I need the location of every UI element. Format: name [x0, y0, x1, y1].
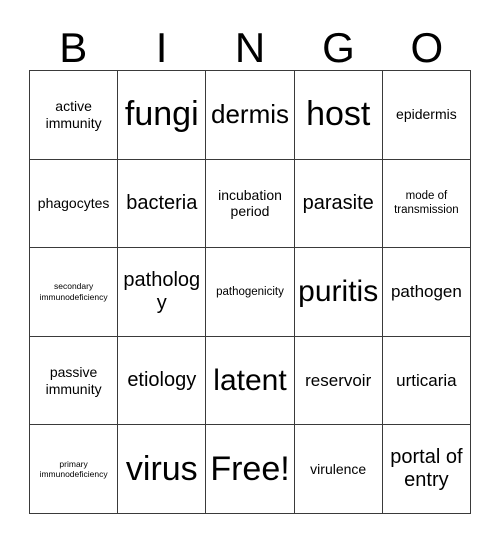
bingo-cell-r2c4[interactable]: parasite	[294, 159, 383, 249]
bingo-cell-r4c4[interactable]: reservoir	[294, 336, 383, 426]
bingo-cell-label: phagocytes	[37, 194, 110, 211]
bingo-cell-r2c1[interactable]: phagocytes	[30, 159, 119, 249]
bingo-cell-r1c4[interactable]: host	[294, 71, 383, 160]
bingo-cell-label: host	[306, 95, 371, 134]
bingo-cell-r3c5[interactable]: pathogen	[382, 248, 471, 337]
bingo-cell-r4c3[interactable]: latent	[206, 336, 295, 426]
bingo-cell-r3c2[interactable]: pathology	[118, 248, 207, 337]
bingo-cell-r3c4[interactable]: puritis	[294, 248, 383, 337]
bingo-cell-r5c3[interactable]: Free!	[206, 425, 295, 514]
bingo-cell-r4c2[interactable]: etiology	[118, 336, 207, 426]
bingo-cell-label: incubation period	[218, 186, 282, 220]
bingo-cell-r3c1[interactable]: secondary immunodeficiency	[30, 248, 119, 337]
bingo-cell-r5c2[interactable]: virus	[118, 425, 207, 514]
bingo-cell-label: pathogenicity	[216, 285, 284, 298]
bingo-cell-label: secondary immunodeficiency	[39, 281, 108, 302]
bingo-cell-label: mode of transmission	[394, 190, 459, 217]
bingo-grid: active immunity fungi dermis host epidermis p…	[29, 70, 471, 514]
bingo-header-row: B I N G O	[29, 18, 471, 70]
bingo-cell-label: dermis	[210, 99, 289, 130]
bingo-cell-r1c2[interactable]: fungi	[118, 71, 207, 160]
bingo-header-letter-o: O	[410, 24, 444, 71]
bingo-cell-label: latent	[213, 364, 287, 398]
bingo-cell-r5c1[interactable]: primary immunodeficiency	[30, 425, 119, 514]
bingo-cell-label: pathology	[123, 268, 201, 314]
bingo-cell-r2c2[interactable]: bacteria	[118, 159, 207, 249]
bingo-card: B I N G O active immunity fungi dermis host…	[0, 0, 500, 544]
bingo-cell-label: reservoir	[305, 370, 372, 390]
bingo-header-letter-i: I	[155, 24, 168, 71]
bingo-header-letter-b: B	[59, 24, 88, 71]
bingo-cell-label: puritis	[298, 275, 379, 309]
bingo-cell-label: portal of entry	[390, 446, 463, 492]
bingo-cell-label: pathogen	[390, 281, 462, 301]
bingo-cell-r5c4[interactable]: virulence	[294, 425, 383, 514]
bingo-cell-r1c1[interactable]: active immunity	[30, 71, 119, 160]
bingo-cell-label: virulence	[310, 460, 367, 477]
bingo-cell-label: primary immunodeficiency	[39, 458, 108, 480]
bingo-cell-r1c3[interactable]: dermis	[206, 71, 295, 160]
bingo-cell-r1c5[interactable]: epidermis	[382, 71, 471, 160]
bingo-cell-r3c3[interactable]: pathogenicity	[206, 248, 295, 337]
bingo-cell-label: passive immunity	[45, 363, 102, 397]
bingo-cell-label: active immunity	[45, 98, 102, 131]
bingo-header-letter-g: G	[322, 24, 355, 71]
bingo-cell-label: Free!	[210, 449, 290, 488]
bingo-cell-r4c5[interactable]: urticaria	[382, 336, 471, 426]
bingo-cell-r2c5[interactable]: mode of transmission	[382, 159, 471, 249]
bingo-header-letter-n: N	[234, 24, 266, 71]
bingo-cell-label: bacteria	[126, 191, 198, 214]
bingo-cell-r5c5[interactable]: portal of entry	[382, 425, 471, 514]
bingo-cell-label: parasite	[302, 191, 374, 214]
bingo-cell-label: urticaria	[396, 370, 457, 390]
bingo-cell-label: etiology	[127, 369, 197, 392]
bingo-cell-r4c1[interactable]: passive immunity	[30, 336, 119, 426]
bingo-cell-r2c3[interactable]: incubation period	[206, 159, 295, 249]
bingo-cell-label: fungi	[124, 95, 199, 134]
bingo-cell-label: virus	[125, 449, 198, 488]
bingo-cell-label: epidermis	[396, 106, 457, 123]
